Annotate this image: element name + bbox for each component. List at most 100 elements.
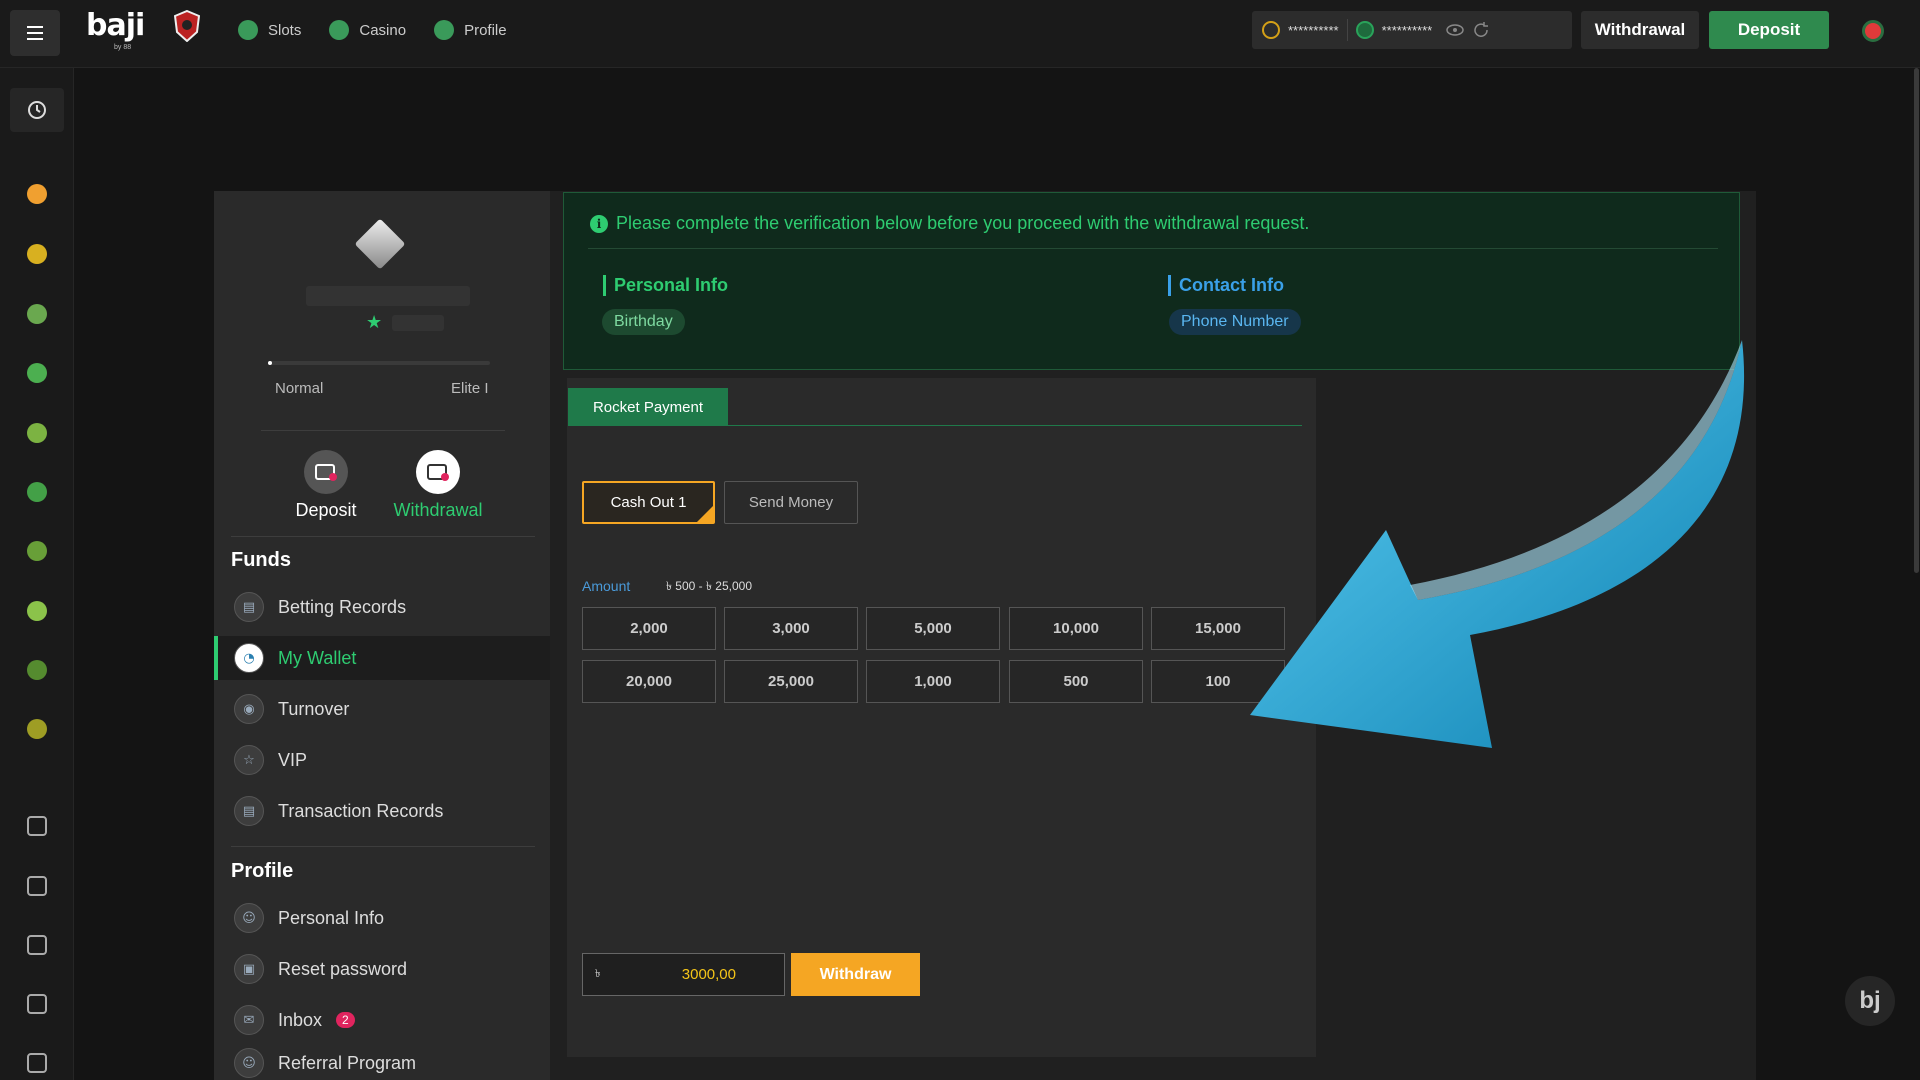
amount-button[interactable]: 3,000 [724, 607, 858, 650]
level-elite: Elite I [451, 380, 489, 397]
menu-label: Turnover [278, 698, 350, 719]
hamburger-menu-icon[interactable] [10, 10, 60, 56]
nav-slots-label: Slots [268, 21, 302, 39]
page-scrollbar[interactable] [1914, 68, 1919, 573]
personal-info-icon: ☺ [234, 903, 264, 933]
menu-turnover[interactable]: ◉ Turnover [214, 687, 550, 731]
amount-input[interactable]: ৳ 3000,00 [582, 953, 785, 996]
logo-sub: by 88 [114, 44, 132, 51]
option-cash-out[interactable]: Cash Out 1 [582, 481, 715, 524]
star-icon: ★ [366, 312, 383, 333]
main-nav: Slots Casino Profile [238, 0, 507, 60]
amount-button[interactable]: 25,000 [724, 660, 858, 703]
menu-inbox[interactable]: ✉ Inbox 2 [214, 998, 550, 1042]
amount-button[interactable]: 2,000 [582, 607, 716, 650]
eye-icon[interactable] [1446, 23, 1464, 37]
info-icon: i [590, 214, 608, 233]
amount-button[interactable]: 5,000 [866, 607, 1000, 650]
fish-icon[interactable] [27, 482, 47, 502]
amount-button[interactable]: 10,000 [1009, 607, 1143, 650]
divider [261, 430, 505, 431]
ball-icon[interactable] [27, 719, 47, 739]
withdraw-submit-button[interactable]: Withdraw [791, 953, 920, 996]
spade-icon [329, 20, 350, 40]
arcade-icon[interactable] [27, 660, 47, 680]
menu-referral-program[interactable]: ☺ Referral Program [214, 1046, 550, 1080]
inbox-badge: 2 [336, 1012, 355, 1028]
club-shield-icon[interactable] [174, 10, 200, 42]
sports-icon[interactable] [27, 304, 47, 324]
menu-label: Reset password [278, 958, 408, 979]
deposit-tab-label[interactable]: Deposit [266, 500, 386, 521]
withdrawal-tab-icon[interactable] [416, 450, 460, 494]
nav-slots[interactable]: Slots [238, 20, 301, 40]
icon-sidebar [0, 68, 74, 1080]
users-icon[interactable] [27, 935, 47, 955]
menu-label: Transaction Records [278, 800, 444, 821]
amount-label: Amount [582, 578, 631, 594]
profile-icon [434, 20, 455, 40]
menu-label: VIP [278, 749, 308, 770]
deposit-button[interactable]: Deposit [1709, 11, 1829, 49]
tab-rocket-payment[interactable]: Rocket Payment [568, 388, 728, 426]
menu-transaction-records[interactable]: ▤ Transaction Records [214, 789, 550, 833]
menu-vip[interactable]: ☆ VIP [214, 738, 550, 782]
history-icon[interactable] [10, 88, 64, 132]
profile-heading: Profile [231, 860, 294, 882]
funds-heading: Funds [231, 549, 291, 571]
refresh-icon[interactable] [1472, 21, 1490, 39]
lottery-icon[interactable] [27, 601, 47, 621]
birthday-pill[interactable]: Birthday [602, 309, 685, 335]
amount-button[interactable]: 1,000 [866, 660, 1000, 703]
vip-progress-bar [268, 361, 490, 365]
logo[interactable]: baji by 88 [86, 8, 145, 52]
badge-icon[interactable] [27, 1053, 47, 1073]
menu-personal-info[interactable]: ☺ Personal Info [214, 896, 550, 940]
menu-reset-password[interactable]: ▣ Reset password [214, 947, 550, 991]
divider [231, 846, 535, 847]
withdrawal-button[interactable]: Withdrawal [1581, 11, 1699, 49]
amount-button[interactable]: 500 [1009, 660, 1143, 703]
deposit-tab-icon[interactable] [304, 450, 348, 494]
top-bar: baji by 88 Slots Casino Profile ********… [0, 0, 1920, 68]
nav-casino[interactable]: Casino [329, 20, 406, 40]
language-flag-icon[interactable] [1862, 20, 1884, 42]
star-icon[interactable] [27, 184, 47, 204]
divider [1346, 19, 1348, 41]
spade-icon[interactable] [27, 363, 47, 383]
chat-support-icon[interactable]: bj [1845, 976, 1895, 1026]
transaction-records-icon: ▤ [234, 796, 264, 826]
vip-points-placeholder [392, 315, 444, 331]
bonus-coin-icon [1355, 21, 1374, 39]
bonus-balance: ********** [1381, 22, 1433, 38]
contact-info-heading: Contact Info [1168, 275, 1284, 296]
referral-icon: ☺ [234, 1048, 264, 1078]
username-placeholder [306, 286, 470, 306]
divider [231, 536, 535, 537]
amount-button[interactable]: 20,000 [582, 660, 716, 703]
nav-profile[interactable]: Profile [434, 20, 507, 40]
cockfight-icon[interactable] [27, 541, 47, 561]
tab-underline [568, 425, 1302, 426]
coin-icon [1262, 21, 1280, 39]
nav-casino-label: Casino [359, 21, 407, 39]
gift-icon[interactable] [27, 816, 47, 836]
withdrawal-tab-label[interactable]: Withdrawal [378, 500, 498, 521]
slots-icon[interactable] [27, 423, 47, 443]
menu-betting-records[interactable]: ▤ Betting Records [214, 585, 550, 629]
main-balance: ********** [1288, 22, 1339, 38]
inbox-icon: ✉ [234, 1005, 264, 1035]
affiliate-icon[interactable] [27, 994, 47, 1014]
vip-icon[interactable] [27, 876, 47, 896]
option-send-money[interactable]: Send Money [724, 481, 858, 524]
crown-icon[interactable] [27, 244, 47, 264]
menu-label: Personal Info [278, 907, 385, 928]
nav-profile-label: Profile [464, 21, 507, 39]
slots-icon [238, 20, 258, 40]
vip-progress-fill [268, 361, 273, 365]
vip-icon: ☆ [234, 745, 264, 775]
currency-symbol: ৳ [595, 968, 601, 980]
menu-label: My Wallet [278, 647, 357, 668]
menu-my-wallet[interactable]: ◔ My Wallet [214, 636, 550, 680]
betting-records-icon: ▤ [234, 592, 264, 622]
